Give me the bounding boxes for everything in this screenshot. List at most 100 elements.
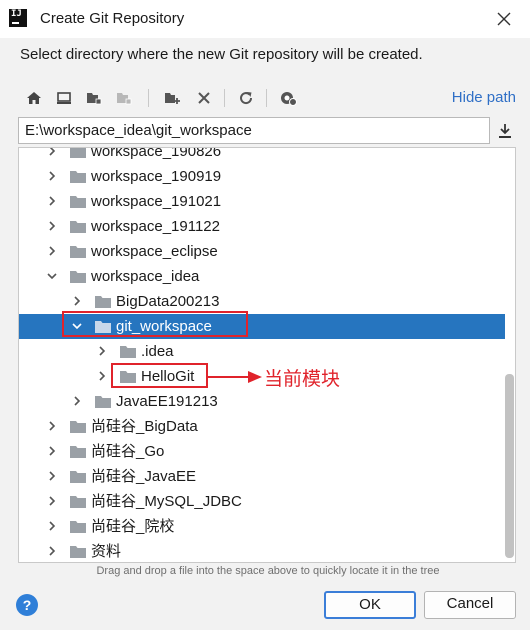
folder-icon [120, 371, 136, 383]
new-folder-button[interactable] [160, 86, 184, 110]
drag-drop-hint: Drag and drop a file into the space abov… [96, 565, 440, 577]
tree-row[interactable]: .idea [19, 339, 505, 364]
tree-row-label: JavaEE191213 [116, 393, 218, 410]
path-field[interactable] [18, 117, 490, 144]
tree-row[interactable]: BigData200213 [19, 289, 505, 314]
path-download-button[interactable] [493, 119, 517, 143]
toolbar: Hide path [18, 86, 518, 112]
window-title: Create Git Repository [40, 10, 185, 27]
folder-icon [95, 321, 111, 333]
tree-scrollbar[interactable] [505, 374, 514, 558]
chevron-right-icon[interactable] [45, 494, 59, 508]
chevron-right-icon[interactable] [45, 419, 59, 433]
refresh-icon [240, 92, 253, 105]
chevron-right-icon[interactable] [45, 194, 59, 208]
module-folder-button[interactable] [112, 86, 136, 110]
folder-icon [70, 196, 86, 208]
help-icon: ? [22, 597, 32, 613]
folder-icon [95, 296, 111, 308]
tree-row-label: 尚硅谷_Go [91, 443, 165, 460]
refresh-button[interactable] [234, 86, 258, 110]
tree-row-label: 尚硅谷_院校 [91, 518, 175, 535]
chevron-right-icon[interactable] [95, 369, 109, 383]
tree-row[interactable]: workspace_eclipse [19, 239, 505, 264]
download-icon [499, 124, 511, 138]
tree-row-label: 尚硅谷_BigData [91, 418, 198, 435]
new-folder-icon [165, 93, 180, 104]
folder-icon [70, 246, 86, 258]
folder-icon [70, 421, 86, 433]
tree-row[interactable]: git_workspace [19, 314, 505, 339]
dialog-description: Select directory where the new Git repos… [20, 46, 423, 63]
hide-path-link[interactable]: Hide path [452, 89, 516, 106]
chevron-right-icon[interactable] [70, 394, 84, 408]
desktop-icon [57, 92, 71, 104]
tree-row[interactable]: 尚硅谷_BigData [19, 414, 505, 439]
tree-row-label: workspace_191122 [91, 218, 220, 235]
show-hidden-icon [281, 92, 297, 106]
chevron-right-icon[interactable] [45, 444, 59, 458]
chevron-down-icon[interactable] [70, 319, 84, 333]
folder-icon [70, 271, 86, 283]
tree-row-label: workspace_idea [91, 268, 200, 285]
ok-button[interactable]: OK [324, 591, 416, 619]
tree-row-label: .idea [141, 343, 174, 360]
path-input[interactable] [25, 122, 483, 139]
tree-row-label: workspace_190919 [91, 168, 222, 185]
app-icon-text: IJ [11, 9, 22, 19]
chevron-right-icon[interactable] [45, 169, 59, 183]
tree-row[interactable]: workspace_191021 [19, 189, 505, 214]
tree-row-label: workspace_eclipse [91, 243, 218, 260]
tree-row[interactable]: workspace_idea [19, 264, 505, 289]
tree-row[interactable]: 尚硅谷_院校 [19, 514, 505, 539]
intellij-app-icon: IJ [9, 9, 27, 27]
tree-row[interactable]: workspace_190919 [19, 164, 505, 189]
home-icon [27, 92, 41, 104]
tree-row[interactable]: workspace_190826 [19, 147, 505, 164]
folder-icon [70, 546, 86, 558]
title-bar: IJ Create Git Repository [0, 0, 530, 38]
annotation-arrow [208, 371, 262, 383]
tree-row-label: workspace_190826 [91, 147, 222, 160]
tree-row[interactable]: 尚硅谷_Go [19, 439, 505, 464]
tree-row-label: 尚硅谷_MySQL_JDBC [91, 493, 242, 510]
project-folder-button[interactable] [82, 86, 106, 110]
delete-icon [198, 92, 210, 104]
annotation-label: 当前模块 [264, 368, 341, 390]
tree-row-label: git_workspace [116, 318, 212, 335]
tree-row[interactable]: workspace_191122 [19, 214, 505, 239]
chevron-right-icon[interactable] [95, 344, 109, 358]
project-folder-icon [87, 93, 102, 105]
tree-row[interactable]: 尚硅谷_JavaEE [19, 464, 505, 489]
directory-tree[interactable]: workspace_190826 workspace_190919 workspac… [18, 147, 516, 563]
tree-row[interactable]: JavaEE191213 [19, 389, 505, 414]
tree-row-label: 资料 [91, 543, 122, 560]
tree-row-label: BigData200213 [116, 293, 220, 310]
folder-icon [95, 396, 111, 408]
folder-icon [70, 446, 86, 458]
chevron-right-icon[interactable] [45, 519, 59, 533]
chevron-down-icon[interactable] [45, 269, 59, 283]
home-button[interactable] [22, 86, 46, 110]
chevron-right-icon[interactable] [45, 244, 59, 258]
tree-row[interactable]: 尚硅谷_MySQL_JDBC [19, 489, 505, 514]
folder-icon [70, 171, 86, 183]
chevron-right-icon[interactable] [70, 294, 84, 308]
folder-icon [70, 148, 86, 158]
chevron-right-icon[interactable] [45, 147, 59, 158]
delete-button[interactable] [192, 86, 216, 110]
help-button[interactable]: ? [16, 594, 38, 616]
cancel-button[interactable]: Cancel [424, 591, 516, 619]
folder-icon [70, 221, 86, 233]
close-button[interactable] [492, 7, 516, 31]
folder-icon [70, 521, 86, 533]
chevron-right-icon[interactable] [45, 469, 59, 483]
show-hidden-button[interactable] [276, 86, 300, 110]
desktop-button[interactable] [52, 86, 76, 110]
module-folder-icon [117, 93, 132, 105]
chevron-right-icon[interactable] [45, 544, 59, 558]
folder-icon [120, 346, 136, 358]
folder-icon [70, 471, 86, 483]
tree-row[interactable]: 资料 [19, 539, 505, 562]
chevron-right-icon[interactable] [45, 219, 59, 233]
